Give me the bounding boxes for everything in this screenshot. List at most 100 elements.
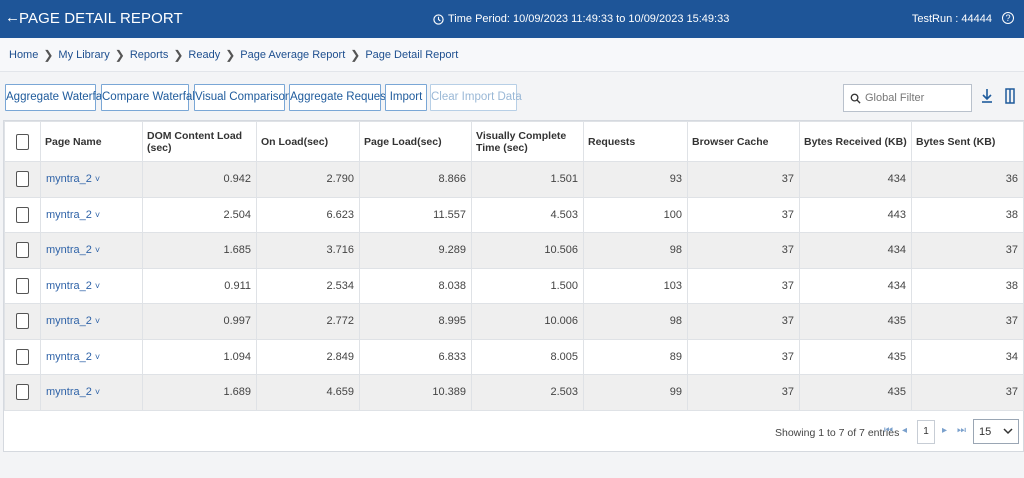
table-cell: 6.833 <box>359 338 472 375</box>
page-name-cell[interactable]: myntra_2 ˅ <box>40 196 143 233</box>
page-size-value: 15 <box>979 425 992 438</box>
chevron-down-icon <box>1003 428 1013 435</box>
column-header[interactable]: Page Load(sec) <box>359 121 472 162</box>
search-icon <box>850 93 861 104</box>
back-arrow-icon[interactable]: ← <box>5 9 20 27</box>
table-row[interactable]: myntra_2 ˅ 0.911 2.534 8.038 1.500 103 37 434 38 <box>4 267 1024 304</box>
column-header[interactable]: Requests <box>583 121 688 162</box>
row-select-cell <box>4 161 41 198</box>
page-name-cell[interactable]: myntra_2 ˅ <box>40 161 143 198</box>
column-header[interactable]: Page Name <box>40 121 143 162</box>
table-header-row: Page Name DOM Content Load (sec) On Load… <box>4 121 1024 162</box>
table-cell: 6.623 <box>256 196 360 233</box>
prev-page-icon[interactable]: ◂ <box>902 425 907 436</box>
table-cell: 37 <box>687 338 800 375</box>
page-name-cell[interactable]: myntra_2 ˅ <box>40 267 143 304</box>
breadcrumb-my-library[interactable]: My Library <box>58 49 109 61</box>
table-cell: 36 <box>911 161 1024 198</box>
table-cell: 9.289 <box>359 232 472 269</box>
download-icon[interactable] <box>981 88 993 104</box>
table-cell: 4.659 <box>256 374 360 411</box>
help-icon[interactable]: ? <box>1002 12 1014 24</box>
table-cell: 8.038 <box>359 267 472 304</box>
aggregate-request-button[interactable]: Aggregate Request <box>289 84 389 111</box>
toolbar: Aggregate Waterfall Compare Waterfall Vi… <box>0 72 1024 120</box>
global-filter-placeholder: Global Filter <box>865 92 925 104</box>
breadcrumb-reports[interactable]: Reports <box>130 49 169 61</box>
page-name-link[interactable]: myntra_2 <box>46 244 92 256</box>
compare-waterfall-button[interactable]: Compare Waterfall <box>101 84 197 111</box>
breadcrumb-ready[interactable]: Ready <box>188 49 220 61</box>
table-row[interactable]: myntra_2 ˅ 2.504 6.623 11.557 4.503 100 37 443 38 <box>4 196 1024 233</box>
table-cell: 8.866 <box>359 161 472 198</box>
table-cell: 2.534 <box>256 267 360 304</box>
global-filter-input[interactable]: Global Filter <box>843 84 972 112</box>
import-button[interactable]: Import <box>385 84 427 111</box>
page-name-cell[interactable]: myntra_2 ˅ <box>40 374 143 411</box>
page-name-cell[interactable]: myntra_2 ˅ <box>40 303 143 340</box>
last-page-icon[interactable]: ⏭ <box>957 425 966 436</box>
aggregate-waterfall-button[interactable]: Aggregate Waterfall <box>5 84 107 111</box>
table-cell: 0.942 <box>142 161 257 198</box>
row-checkbox[interactable] <box>16 277 29 294</box>
chevron-down-icon[interactable]: ˅ <box>95 245 100 255</box>
page-name-link[interactable]: myntra_2 <box>46 386 92 398</box>
chevron-down-icon[interactable]: ˅ <box>95 281 100 291</box>
chevron-down-icon[interactable]: ˅ <box>95 174 100 184</box>
table-cell: 10.006 <box>471 303 584 340</box>
visual-comparison-button[interactable]: Visual Comparison <box>194 84 291 111</box>
table-cell: 8.005 <box>471 338 584 375</box>
page-size-select[interactable]: 15 <box>973 419 1019 444</box>
chevron-right-icon: ❯ <box>43 47 54 62</box>
column-header[interactable]: Browser Cache <box>687 121 800 162</box>
column-header[interactable]: DOM Content Load (sec) <box>142 121 257 162</box>
select-all-header <box>4 121 41 162</box>
clear-import-data-button[interactable]: Clear Import Data <box>430 84 522 111</box>
row-checkbox[interactable] <box>16 206 29 223</box>
first-page-icon[interactable]: ⏮ <box>884 425 893 436</box>
column-header[interactable]: On Load(sec) <box>256 121 360 162</box>
column-header[interactable]: Bytes Received (KB) <box>799 121 912 162</box>
row-checkbox[interactable] <box>16 171 29 188</box>
table-row[interactable]: myntra_2 ˅ 1.094 2.849 6.833 8.005 89 37 435 34 <box>4 338 1024 375</box>
row-checkbox[interactable] <box>16 313 29 330</box>
time-period: Time Period: 10/09/2023 11:49:33 to 10/0… <box>433 12 729 26</box>
next-page-icon[interactable]: ▸ <box>942 425 947 436</box>
page-name-link[interactable]: myntra_2 <box>46 280 92 292</box>
row-checkbox[interactable] <box>16 348 29 365</box>
pagination-info: Showing 1 to 7 of 7 entries <box>775 427 900 439</box>
select-all-checkbox[interactable] <box>16 133 29 150</box>
chevron-right-icon: ❯ <box>350 47 361 62</box>
table-cell: 4.503 <box>471 196 584 233</box>
row-checkbox[interactable] <box>16 242 29 259</box>
column-header[interactable]: Bytes Sent (KB) <box>911 121 1024 162</box>
page-name-link[interactable]: myntra_2 <box>46 209 92 221</box>
current-page-button[interactable]: 1 <box>917 420 935 444</box>
table-cell: 2.503 <box>471 374 584 411</box>
chevron-down-icon[interactable]: ˅ <box>95 352 100 362</box>
breadcrumb-home[interactable]: Home <box>9 49 38 61</box>
table-row[interactable]: myntra_2 ˅ 1.689 4.659 10.389 2.503 99 37 435 37 <box>4 374 1024 411</box>
table-cell: 38 <box>911 196 1024 233</box>
breadcrumb-page-average-report[interactable]: Page Average Report <box>240 49 345 61</box>
table-row[interactable]: myntra_2 ˅ 0.942 2.790 8.866 1.501 93 37 434 36 <box>4 161 1024 198</box>
table-cell: 3.716 <box>256 232 360 269</box>
table-cell: 434 <box>799 161 912 198</box>
page-name-link[interactable]: myntra_2 <box>46 351 92 363</box>
page-detail-table: Page Name DOM Content Load (sec) On Load… <box>3 120 1024 452</box>
table-row[interactable]: myntra_2 ˅ 0.997 2.772 8.995 10.006 98 37 435 37 <box>4 303 1024 340</box>
page-name-cell[interactable]: myntra_2 ˅ <box>40 338 143 375</box>
page-name-link[interactable]: myntra_2 <box>46 173 92 185</box>
column-header[interactable]: Visually Complete Time (sec) <box>471 121 584 162</box>
table-cell: 37 <box>911 232 1024 269</box>
column-toggle-icon[interactable] <box>1005 88 1015 104</box>
table-cell: 443 <box>799 196 912 233</box>
row-checkbox[interactable] <box>16 384 29 401</box>
table-row[interactable]: myntra_2 ˅ 1.685 3.716 9.289 10.506 98 37 434 37 <box>4 232 1024 269</box>
table-cell: 2.772 <box>256 303 360 340</box>
chevron-down-icon[interactable]: ˅ <box>95 210 100 220</box>
chevron-down-icon[interactable]: ˅ <box>95 387 100 397</box>
page-name-cell[interactable]: myntra_2 ˅ <box>40 232 143 269</box>
chevron-down-icon[interactable]: ˅ <box>95 316 100 326</box>
page-name-link[interactable]: myntra_2 <box>46 315 92 327</box>
